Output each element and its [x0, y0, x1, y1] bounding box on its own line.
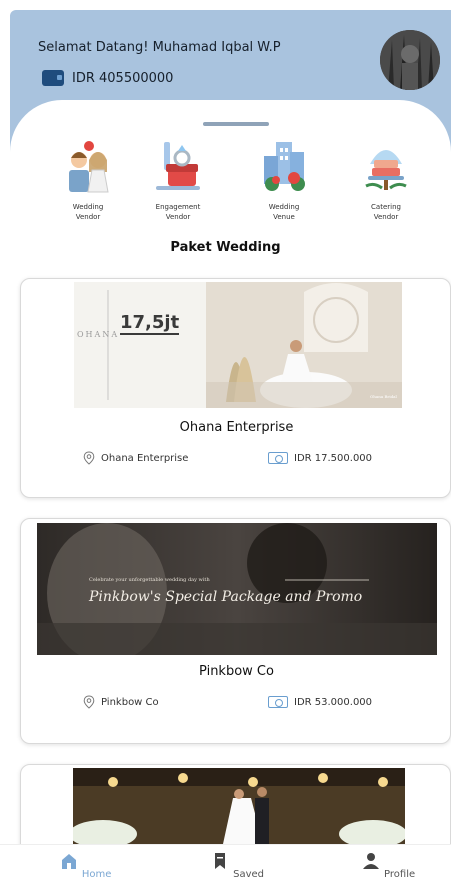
bottom-nav: Home Saved Profile: [0, 844, 451, 894]
nav-saved[interactable]: Saved: [187, 851, 287, 880]
nav-home-label: Home: [81, 869, 112, 880]
category-label: Engagement Vendor: [155, 203, 201, 221]
nav-profile-label: Profile: [384, 869, 416, 880]
package-card[interactable]: Celebrate your unforgettable wedding day…: [20, 518, 451, 744]
banner-caption: Ohana Bridal: [370, 394, 397, 399]
package-price-value: IDR 17.500.000: [294, 452, 373, 464]
avatar[interactable]: [380, 30, 440, 90]
cake-icon: [365, 150, 407, 190]
banner-headline: Pinkbow's Special Package and Promo: [89, 589, 363, 605]
category-label: Wedding Vendor: [72, 203, 104, 221]
banner-price-tag: 17,5jt: [120, 312, 180, 335]
package-price: IDR 53.000.000: [268, 696, 372, 708]
category-engagement-vendor[interactable]: Engagement Vendor: [138, 138, 218, 222]
banner-brand: OHANA: [77, 330, 120, 339]
greeting-text: Selamat Datang! Muhamad Iqbal W.P: [38, 40, 281, 55]
category-label: Catering Vendor: [371, 203, 401, 221]
couple-icon: [69, 141, 109, 193]
money-icon: [268, 696, 288, 708]
banner-kicker: Celebrate your unforgettable wedding day…: [89, 577, 210, 583]
wallet-icon: [42, 70, 64, 86]
package-vendor-name: Ohana Enterprise: [101, 452, 189, 464]
package-title: Pinkbow Co: [199, 664, 274, 679]
balance-value: IDR 405500000: [72, 70, 174, 86]
nav-home[interactable]: Home: [35, 851, 135, 880]
package-banner: [73, 768, 405, 844]
home-icon: [61, 854, 76, 869]
package-price: IDR 17.500.000: [268, 452, 372, 464]
package-price-value: IDR 53.000.000: [294, 696, 373, 708]
nav-saved-label: Saved: [233, 869, 265, 880]
nav-profile[interactable]: Profile: [338, 851, 438, 880]
sheet-handle[interactable]: [203, 122, 269, 126]
location-pin-icon: [83, 451, 95, 465]
package-title: Ohana Enterprise: [179, 420, 294, 435]
package-vendor: Pinkbow Co: [83, 695, 159, 709]
package-banner: Celebrate your unforgettable wedding day…: [37, 523, 437, 655]
category-wedding-vendor[interactable]: Wedding Vendor: [48, 138, 128, 222]
package-vendor: Ohana Enterprise: [83, 451, 188, 465]
category-catering-vendor[interactable]: Catering Vendor: [346, 138, 426, 222]
profile-icon: [362, 853, 379, 869]
ring-box-icon: [156, 142, 200, 190]
package-banner: OHANA 17,5jt Ohana Bridal: [74, 282, 402, 408]
balance-row: IDR 405500000: [42, 70, 173, 86]
bookmark-icon: [214, 853, 225, 869]
section-title: Paket Wedding: [170, 240, 281, 255]
venue-icon: [264, 142, 305, 191]
location-pin-icon: [83, 695, 95, 709]
package-vendor-name: Pinkbow Co: [101, 696, 159, 708]
package-card[interactable]: OHANA 17,5jt Ohana Bridal Ohana Enterpri…: [20, 278, 451, 498]
category-wedding-venue[interactable]: Wedding Venue: [244, 138, 324, 222]
category-label: Wedding Venue: [268, 203, 300, 221]
money-icon: [268, 452, 288, 464]
